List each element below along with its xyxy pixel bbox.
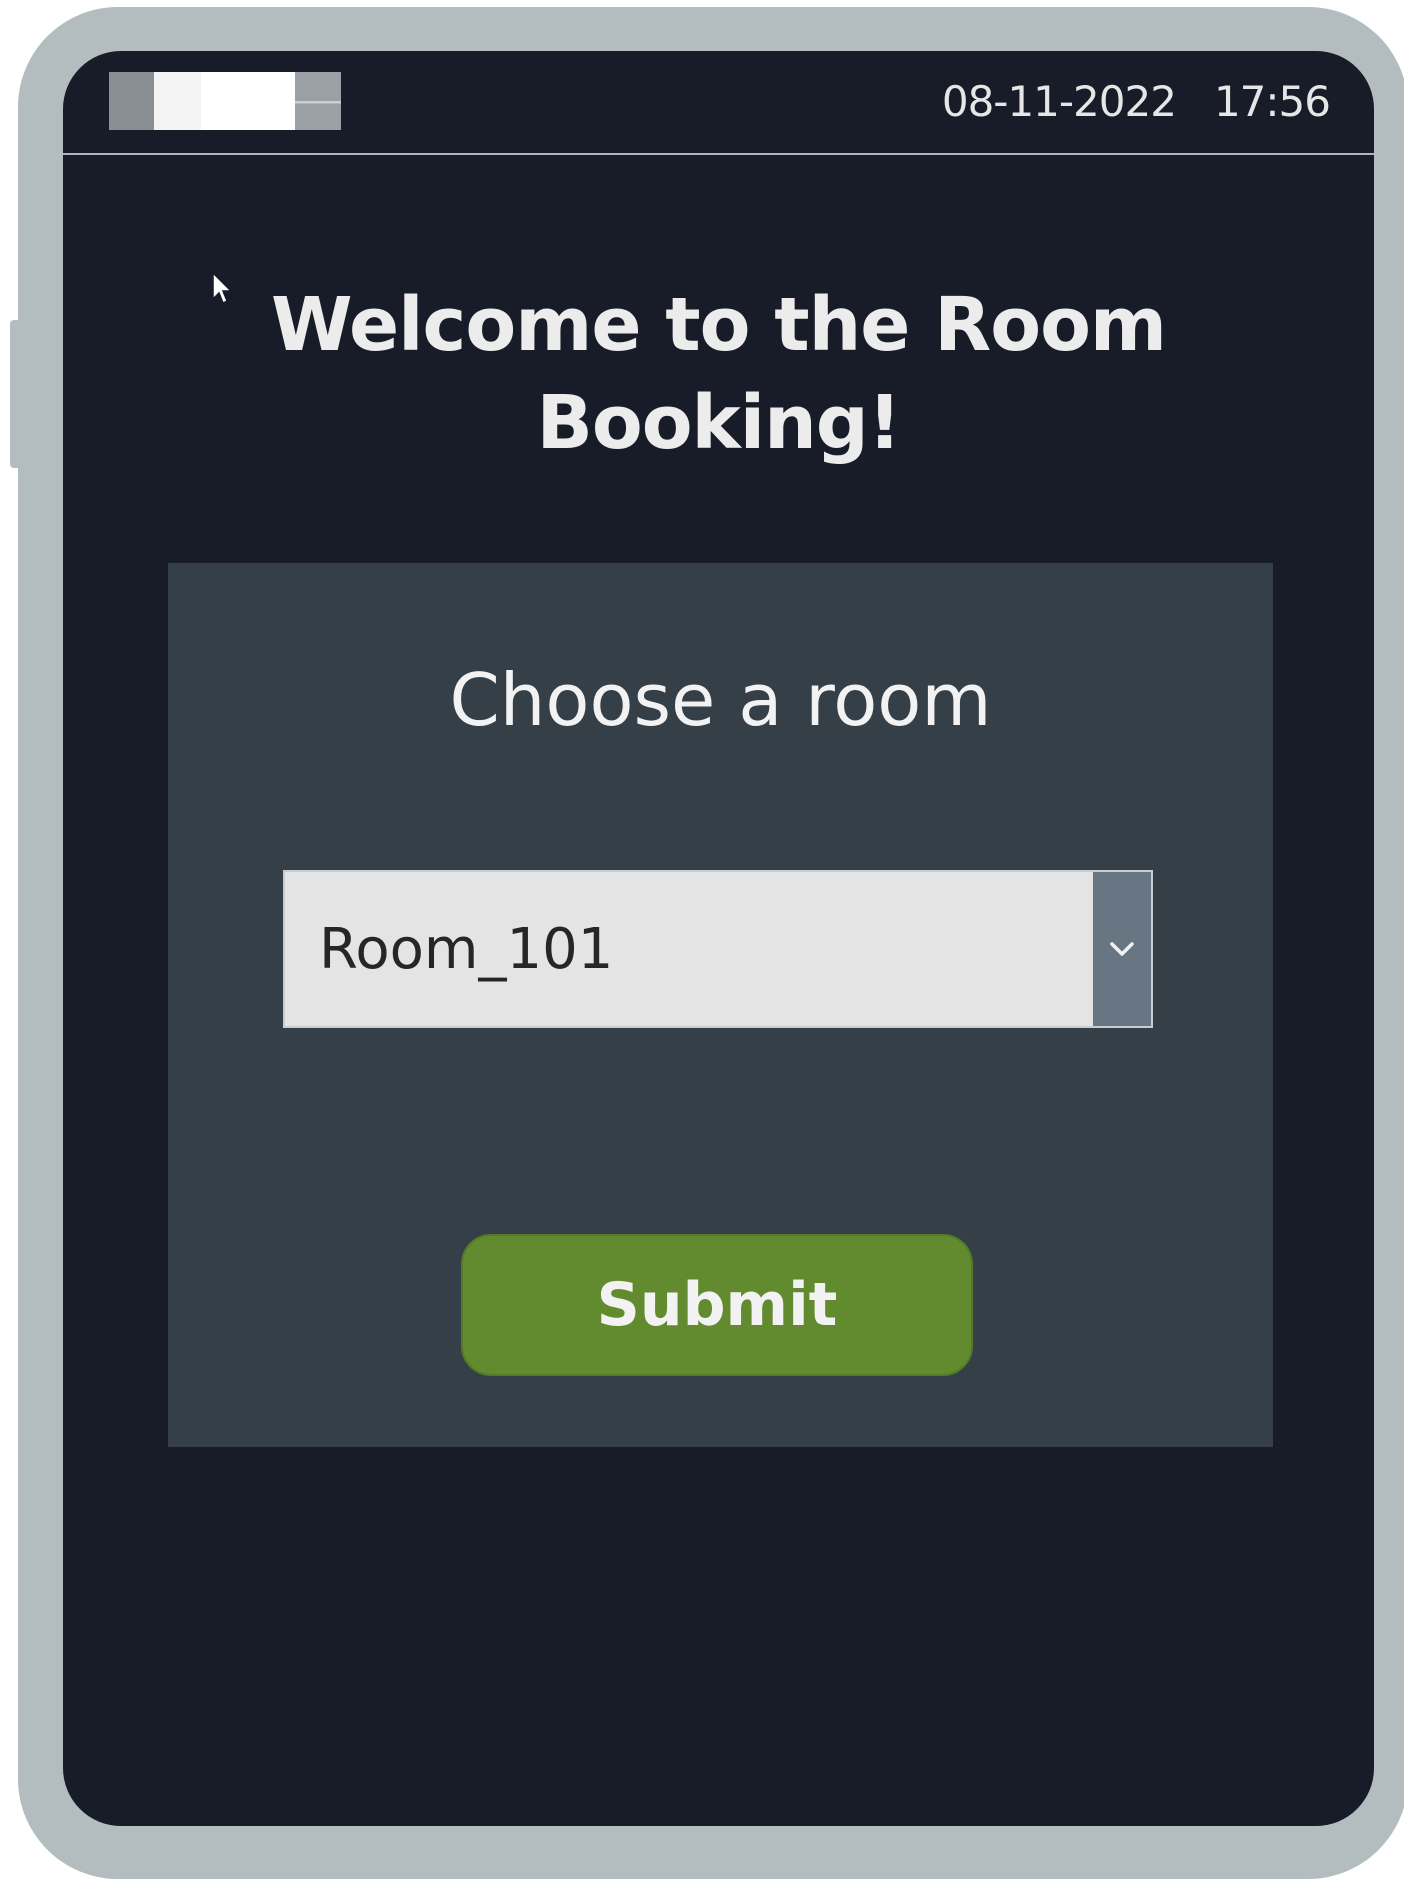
welcome-line-2: Booking! (536, 380, 901, 466)
logo (109, 72, 341, 130)
submit-button[interactable]: Submit (461, 1234, 973, 1376)
status-time: 17:56 (1213, 76, 1331, 126)
card-title: Choose a room (449, 658, 992, 742)
status-bar: 08-11-2022 17:56 (63, 51, 1374, 155)
welcome-heading: Welcome to the Room Booking! (63, 276, 1374, 472)
booking-card: Choose a room Room_101 Submit (168, 563, 1273, 1447)
device-screen: 08-11-2022 17:56 Welcome to the Room Boo… (63, 51, 1374, 1826)
room-select-value: Room_101 (319, 916, 614, 982)
room-select-toggle[interactable] (1093, 872, 1151, 1026)
room-select[interactable]: Room_101 (283, 870, 1153, 1028)
chevron-down-icon (1110, 942, 1134, 956)
welcome-line-1: Welcome to the Room (270, 282, 1167, 368)
status-date: 08-11-2022 (941, 76, 1177, 126)
date-time: 08-11-2022 17:56 (941, 71, 1331, 131)
